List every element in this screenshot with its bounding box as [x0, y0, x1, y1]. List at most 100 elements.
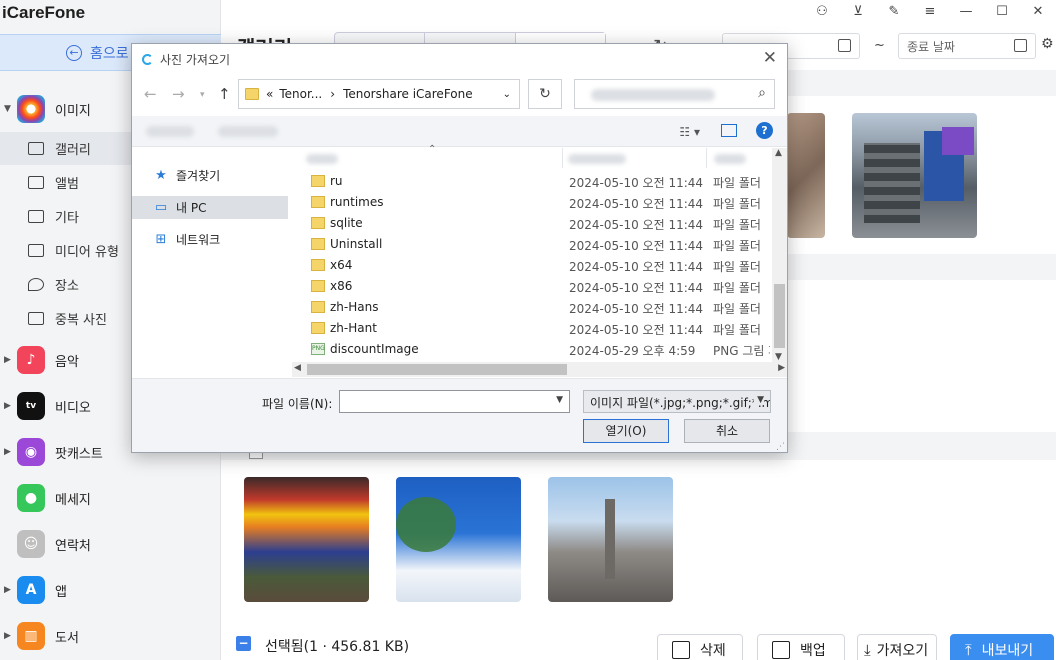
- file-name: Uninstall: [330, 237, 383, 251]
- help-icon[interactable]: ?: [756, 122, 773, 139]
- up-arrow-icon[interactable]: ↑: [218, 85, 231, 103]
- nav-item-my-pc[interactable]: ▭ 내 PC: [132, 196, 288, 219]
- column-header-date[interactable]: [568, 154, 626, 164]
- refresh-icon[interactable]: ↻: [528, 79, 562, 109]
- file-row[interactable]: PNG discountImage 2024-05-29 오후 4:59 PNG 그림…: [292, 339, 772, 360]
- file-name: zh-Hant: [330, 321, 377, 335]
- close-icon[interactable]: ✕: [1020, 0, 1056, 22]
- nav-item-network[interactable]: ⊞ 네트워크: [132, 228, 288, 251]
- scroll-thumb[interactable]: [307, 364, 567, 375]
- chevron-down-icon[interactable]: ⌄: [503, 89, 511, 100]
- photo-thumbnail[interactable]: [787, 113, 825, 238]
- photo-thumbnail[interactable]: [396, 477, 521, 602]
- file-name: zh-Hans: [330, 300, 379, 314]
- podcast-icon: ◉: [17, 438, 45, 466]
- minimize-icon[interactable]: —: [948, 0, 984, 22]
- open-button[interactable]: 열기(O): [583, 419, 669, 443]
- settings-icon[interactable]: ⚙: [1041, 36, 1054, 52]
- import-icon: ⤓: [864, 641, 871, 659]
- scroll-thumb[interactable]: [774, 284, 785, 348]
- selection-checkbox[interactable]: −: [236, 636, 251, 651]
- horizontal-scrollbar[interactable]: ◀ ▶: [292, 362, 787, 377]
- file-row[interactable]: x64 2024-05-10 오전 11:44 파일 폴더: [292, 255, 772, 276]
- cancel-button[interactable]: 취소: [684, 419, 770, 443]
- chevron-down-icon[interactable]: ▾: [200, 90, 205, 100]
- file-date: 2024-05-10 오전 11:44: [569, 218, 704, 232]
- file-row[interactable]: Uninstall 2024-05-10 오전 11:44 파일 폴더: [292, 234, 772, 255]
- address-bar[interactable]: « Tenor... › Tenorshare iCareFone ⌄: [238, 79, 520, 109]
- forward-arrow-icon[interactable]: →: [172, 85, 185, 103]
- scroll-right-icon[interactable]: ▶: [778, 363, 785, 373]
- breadcrumb-overflow[interactable]: «: [266, 87, 273, 101]
- file-type: 파일 폴더: [713, 218, 761, 232]
- search-icon[interactable]: ⌕: [758, 85, 766, 101]
- edit-icon[interactable]: ✎: [876, 0, 912, 22]
- breadcrumb-item[interactable]: Tenorshare iCareFone: [343, 87, 473, 101]
- file-row[interactable]: ru 2024-05-10 오전 11:44 파일 폴더: [292, 171, 772, 192]
- nav-item-favorites[interactable]: ★ 즐겨찾기: [132, 164, 288, 187]
- view-options-icon[interactable]: ☷ ▾: [679, 125, 700, 139]
- folder-icon: [311, 259, 325, 271]
- chevron-down-icon[interactable]: ▼: [556, 395, 563, 405]
- file-row[interactable]: zh-Hant 2024-05-10 오전 11:44 파일 폴더: [292, 318, 772, 339]
- import-label: 가져오기: [876, 643, 929, 659]
- scroll-left-icon[interactable]: ◀: [294, 363, 301, 373]
- category-messages[interactable]: ● 메세지: [0, 478, 221, 518]
- folder-icon: [311, 280, 325, 292]
- import-button[interactable]: ⤓ 가져오기: [857, 634, 937, 660]
- delete-button[interactable]: 삭제: [657, 634, 743, 660]
- file-type: 파일 폴더: [713, 260, 761, 274]
- dialog-titlebar: 사진 가져오기: [142, 51, 230, 68]
- star-icon: ★: [155, 168, 167, 183]
- breadcrumb-separator: ›: [330, 87, 336, 101]
- backup-button[interactable]: 백업: [757, 634, 845, 660]
- menu-icon[interactable]: ≡: [912, 0, 948, 22]
- organize-menu[interactable]: [146, 126, 194, 137]
- resize-grip-icon[interactable]: ⋰: [776, 442, 785, 452]
- calendar-icon: [838, 39, 851, 52]
- back-arrow-icon[interactable]: ←: [144, 85, 157, 103]
- category-apps[interactable]: ▶ A 앱: [0, 570, 221, 610]
- file-row[interactable]: x86 2024-05-10 오전 11:44 파일 폴더: [292, 276, 772, 297]
- tree-shape: [396, 497, 456, 552]
- file-row[interactable]: zh-Hans 2024-05-10 오전 11:44 파일 폴더: [292, 297, 772, 318]
- sort-ascending-icon: ⌃: [428, 144, 437, 155]
- file-type: 파일 폴더: [713, 197, 761, 211]
- file-date: 2024-05-29 오후 4:59: [569, 344, 696, 358]
- column-divider: [562, 148, 563, 168]
- export-button[interactable]: ⤒ 내보내기: [950, 634, 1054, 660]
- photo-thumbnail[interactable]: [852, 113, 977, 238]
- preview-pane-icon[interactable]: [721, 124, 737, 137]
- media-type-icon: [28, 244, 44, 257]
- dialog-footer: 파일 이름(N): ▼ 이미지 파일(*.jpg;*.png;*.gif;*.m…: [132, 378, 787, 452]
- scroll-up-icon[interactable]: ▲: [775, 148, 782, 158]
- file-row[interactable]: runtimes 2024-05-10 오전 11:44 파일 폴더: [292, 192, 772, 213]
- column-header-name[interactable]: [306, 154, 338, 164]
- filename-input[interactable]: ▼: [339, 390, 570, 413]
- download-icon[interactable]: ⊻: [840, 0, 876, 22]
- file-row[interactable]: sqlite 2024-05-10 오전 11:44 파일 폴더: [292, 213, 772, 234]
- building-shape: [864, 143, 920, 223]
- user-icon[interactable]: ⚇: [804, 0, 840, 22]
- music-icon: ♪: [17, 346, 45, 374]
- nav-label: 네트워크: [176, 233, 221, 247]
- search-input[interactable]: ⌕: [574, 79, 775, 109]
- breadcrumb-item[interactable]: Tenor...: [279, 87, 322, 101]
- category-books[interactable]: ▶ ▥ 도서: [0, 616, 221, 656]
- file-type: 파일 폴더: [713, 302, 761, 316]
- photo-thumbnail[interactable]: [244, 477, 369, 602]
- column-header-type[interactable]: [714, 154, 746, 164]
- duplicate-icon: [28, 312, 44, 325]
- category-contacts[interactable]: ☺ 연락처: [0, 524, 221, 564]
- maximize-icon[interactable]: ☐: [984, 0, 1020, 22]
- close-icon[interactable]: ✕: [763, 48, 777, 68]
- category-label: 팟캐스트: [55, 446, 103, 462]
- photo-thumbnail[interactable]: [548, 477, 673, 602]
- new-folder-button[interactable]: [218, 126, 278, 137]
- vertical-scrollbar[interactable]: ▲ ▼: [772, 148, 787, 362]
- end-date-field[interactable]: 종료 날짜: [898, 33, 1036, 59]
- chevron-down-icon[interactable]: ▼: [754, 395, 764, 405]
- file-type-filter[interactable]: 이미지 파일(*.jpg;*.png;*.gif;*.m ▼: [583, 390, 771, 413]
- date-range-separator: ~: [874, 38, 885, 53]
- scroll-down-icon[interactable]: ▼: [775, 352, 782, 362]
